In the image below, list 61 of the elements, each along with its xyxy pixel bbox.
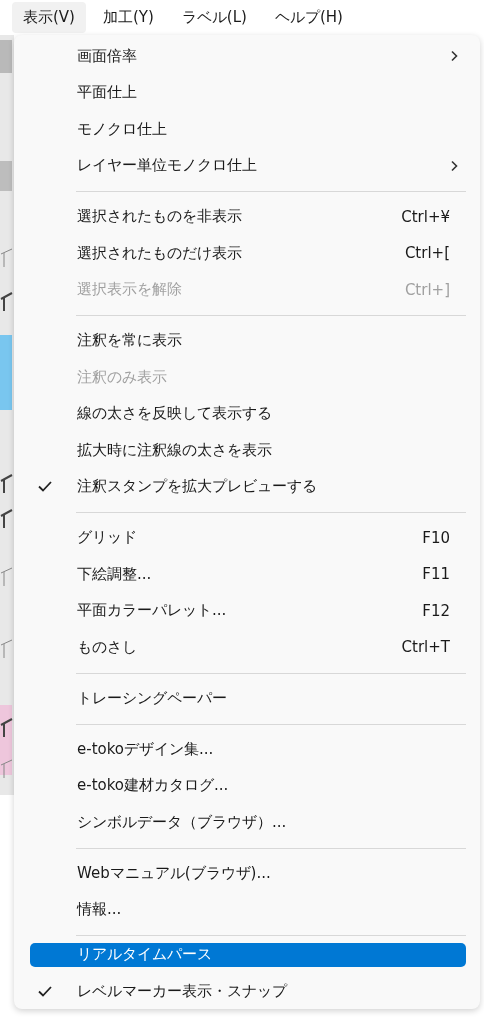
menu-item-label: 注釈のみ表示 bbox=[77, 367, 168, 387]
menu-item[interactable]: e-tokoデザイン集... bbox=[30, 731, 466, 768]
menu-item-label: 選択表示を解除 bbox=[77, 280, 183, 300]
shortcut-label: F11 bbox=[422, 565, 450, 584]
menu-item-label: e-tokoデザイン集... bbox=[77, 739, 215, 759]
menu-bar-item[interactable]: ラベル(L) bbox=[170, 2, 258, 33]
menu-item-label: 画面倍率 bbox=[77, 46, 138, 66]
menu-item[interactable]: 注釈を常に表示 bbox=[30, 322, 466, 359]
menu-item-label: 情報... bbox=[77, 900, 123, 920]
menu-item-label: モノクロ仕上 bbox=[77, 119, 168, 139]
menu-item[interactable]: シンボルデータ（ブラウザ）... bbox=[30, 804, 466, 841]
menu-item-label: 拡大時に注釈線の太さを表示 bbox=[77, 440, 273, 460]
menu-item[interactable]: 平面カラーパレット... F12 bbox=[30, 592, 466, 629]
menu-item-label: シンボルデータ（ブラウザ）... bbox=[77, 812, 288, 832]
chevron-right-icon bbox=[450, 159, 458, 172]
menu-item[interactable]: レイヤー単位モノクロ仕上 bbox=[30, 147, 466, 184]
shortcut-label: F12 bbox=[422, 601, 450, 620]
check-icon bbox=[38, 481, 52, 493]
menu-bar-item[interactable]: ヘルプ(H) bbox=[263, 2, 354, 33]
menu-item[interactable]: ものさし Ctrl+T bbox=[30, 629, 466, 666]
menu-item[interactable]: 下絵調整... F11 bbox=[30, 556, 466, 593]
menu-item-label: 下絵調整... bbox=[77, 564, 153, 584]
menu-item[interactable]: レベルマーカー表示・スナップ bbox=[30, 972, 466, 1010]
menu-item-label: レイヤー単位モノクロ仕上 bbox=[77, 156, 258, 176]
menu-item-label: ものさし bbox=[77, 637, 138, 657]
menu-item-label: 平面仕上 bbox=[77, 83, 138, 103]
menu-item[interactable]: モノクロ仕上 bbox=[30, 111, 466, 148]
menu-item[interactable]: リアルタイムパース bbox=[30, 942, 466, 967]
menu-item[interactable]: 拡大時に注釈線の太さを表示 bbox=[30, 432, 466, 469]
menu-item-label: レベルマーカー表示・スナップ bbox=[77, 981, 289, 1001]
menu-item[interactable]: 線の太さを反映して表示する bbox=[30, 395, 466, 432]
shortcut-label: Ctrl+[ bbox=[404, 244, 450, 263]
menu-item-label: 注釈スタンプを拡大プレビューする bbox=[77, 477, 318, 497]
menu-item-label: e-toko建材カタログ... bbox=[77, 776, 230, 796]
menu-item-label: リアルタイムパース bbox=[77, 945, 213, 964]
menu-item[interactable]: 平面仕上 bbox=[30, 74, 466, 111]
menu-bar-item[interactable]: 表示(V) bbox=[12, 2, 86, 33]
shortcut-label: Ctrl+] bbox=[404, 280, 450, 299]
menu-item[interactable]: 注釈スタンプを拡大プレビューする bbox=[30, 468, 466, 505]
menu-item[interactable]: グリッド F10 bbox=[30, 519, 466, 556]
menu-item-label: トレーシングペーパー bbox=[77, 688, 228, 708]
menu-item[interactable]: 画面倍率 bbox=[30, 38, 466, 75]
menu-item-label: 線の太さを反映して表示する bbox=[77, 404, 273, 424]
shortcut-label: Ctrl+¥ bbox=[401, 207, 450, 226]
menu-item[interactable]: 情報... bbox=[30, 891, 466, 928]
menu-item-label: 注釈を常に表示 bbox=[77, 331, 183, 351]
check-icon bbox=[38, 985, 52, 997]
menu-bar-item[interactable]: 加工(Y) bbox=[91, 2, 165, 33]
menu-item-label: グリッド bbox=[77, 528, 138, 548]
shortcut-label: F10 bbox=[422, 528, 450, 547]
menu-item-label: 選択されたものを非表示 bbox=[77, 207, 243, 227]
shortcut-label: Ctrl+T bbox=[401, 638, 450, 657]
menu-item[interactable]: Webマニュアル(ブラウザ)... bbox=[30, 855, 466, 892]
chevron-right-icon bbox=[450, 50, 458, 63]
menu-item[interactable]: 選択されたものを非表示 Ctrl+¥ bbox=[30, 198, 466, 235]
menu-item[interactable]: 選択されたものだけ表示 Ctrl+[ bbox=[30, 235, 466, 272]
menu-item-label: 平面カラーパレット... bbox=[77, 601, 228, 621]
menu-item-label: Webマニュアル(ブラウザ)... bbox=[77, 863, 272, 883]
menu-item[interactable]: トレーシングペーパー bbox=[30, 680, 466, 717]
menu-item[interactable]: e-toko建材カタログ... bbox=[30, 767, 466, 804]
menu-item-label: 選択されたものだけ表示 bbox=[77, 243, 243, 263]
